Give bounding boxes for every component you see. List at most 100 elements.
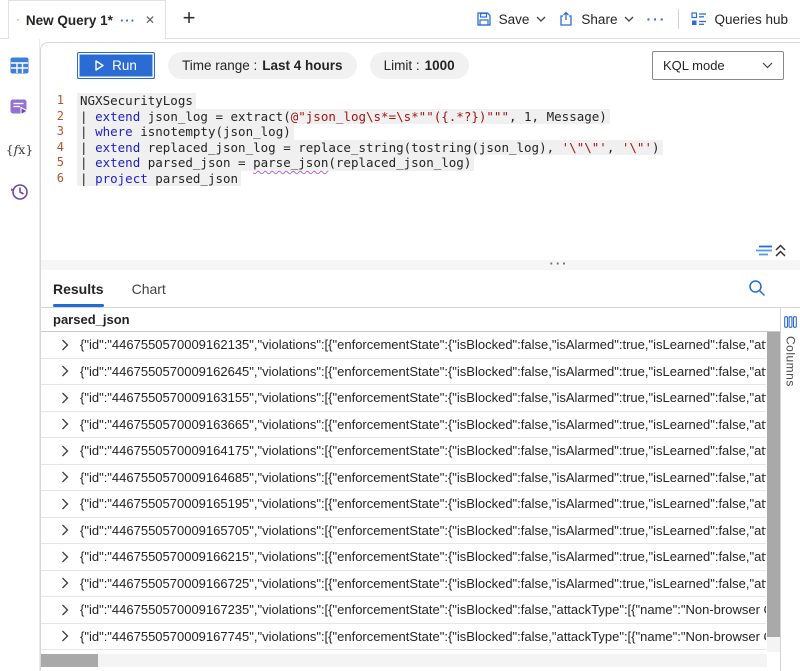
vertical-scrollbar[interactable] bbox=[767, 332, 780, 652]
horizontal-scrollbar[interactable] bbox=[41, 654, 767, 667]
table-row[interactable]: {"id":"4467550570009166215","violations"… bbox=[41, 544, 766, 571]
table-row[interactable]: {"id":"4467550570009167235","violations"… bbox=[41, 597, 766, 624]
row-json-text: {"id":"4467550570009163665","violations"… bbox=[80, 417, 766, 432]
horizontal-scrollbar-thumb[interactable] bbox=[41, 654, 98, 667]
expand-row-icon[interactable] bbox=[61, 498, 69, 510]
panel-splitter[interactable]: ··· bbox=[41, 260, 800, 270]
expand-row-icon[interactable] bbox=[61, 418, 69, 430]
result-lines-icon bbox=[756, 247, 772, 255]
code-text: | extend json_log = extract(@"json_log\s… bbox=[77, 109, 610, 125]
table-row[interactable]: {"id":"4467550570009166725","violations"… bbox=[41, 571, 766, 598]
table-row[interactable]: {"id":"4467550570009163665","violations"… bbox=[41, 412, 766, 439]
left-rail: {fx} bbox=[0, 39, 40, 671]
table-row[interactable]: {"id":"4467550570009162645","violations"… bbox=[41, 359, 766, 386]
code-text: | project parsed_json bbox=[77, 171, 241, 187]
results-grid: {"id":"4467550570009162135","violations"… bbox=[41, 332, 766, 650]
new-tab-button[interactable]: + bbox=[176, 5, 202, 31]
query-editor[interactable]: 1 NGXSecurityLogs 2 | extend json_log = … bbox=[41, 89, 800, 239]
saved-queries-icon[interactable] bbox=[10, 97, 30, 117]
query-toolbar: Run Time range : Last 4 hours Limit : 10… bbox=[41, 43, 800, 87]
search-button[interactable] bbox=[748, 279, 766, 302]
tab-results[interactable]: Results bbox=[53, 270, 104, 307]
expand-row-icon[interactable] bbox=[61, 471, 69, 483]
limit-label: Limit : bbox=[384, 58, 420, 73]
row-json-text: {"id":"4467550570009165705","violations"… bbox=[80, 523, 766, 538]
code-text: | extend parsed_json = parse_json(replac… bbox=[77, 155, 474, 171]
row-json-text: {"id":"4467550570009164685","violations"… bbox=[80, 470, 766, 485]
functions-icon[interactable]: {fx} bbox=[10, 139, 30, 159]
share-button[interactable]: Share bbox=[558, 11, 634, 27]
code-line[interactable]: 6 | project parsed_json bbox=[41, 171, 800, 187]
chevron-down-icon bbox=[624, 16, 634, 22]
code-text: | extend replaced_json_log = replace_str… bbox=[77, 140, 663, 156]
table-row[interactable]: {"id":"4467550570009162135","violations"… bbox=[41, 332, 766, 359]
tab-close-icon[interactable]: ✕ bbox=[143, 12, 157, 28]
code-line[interactable]: 5 | extend parsed_json = parse_json(repl… bbox=[41, 155, 800, 171]
limit-pill[interactable]: Limit : 1000 bbox=[370, 52, 469, 79]
time-range-pill[interactable]: Time range : Last 4 hours bbox=[168, 52, 357, 79]
tab-title: New Query 1* bbox=[26, 13, 113, 28]
share-icon bbox=[558, 11, 574, 27]
time-range-value: Last 4 hours bbox=[262, 58, 342, 73]
table-row[interactable]: {"id":"4467550570009164685","violations"… bbox=[41, 465, 766, 492]
code-text: | where isnotempty(json_log) bbox=[77, 124, 294, 140]
connections-table-icon[interactable] bbox=[10, 55, 30, 75]
share-label: Share bbox=[581, 12, 617, 27]
search-icon bbox=[748, 279, 766, 297]
expand-row-icon[interactable] bbox=[61, 365, 69, 377]
expand-row-icon[interactable] bbox=[61, 339, 69, 351]
history-icon[interactable] bbox=[10, 181, 30, 201]
query-mode-select[interactable]: KQL mode bbox=[652, 51, 784, 80]
run-button[interactable]: Run bbox=[77, 52, 155, 79]
expand-row-icon[interactable] bbox=[61, 604, 69, 616]
table-row[interactable]: {"id":"4467550570009165195","violations"… bbox=[41, 491, 766, 518]
play-icon bbox=[95, 60, 104, 71]
table-row[interactable]: {"id":"4467550570009163155","violations"… bbox=[41, 385, 766, 412]
row-json-text: {"id":"4467550570009166725","violations"… bbox=[80, 576, 766, 591]
run-label: Run bbox=[112, 58, 137, 73]
line-number: 5 bbox=[41, 155, 77, 171]
columns-panel-label: Columns bbox=[784, 336, 798, 387]
vertical-scrollbar-thumb[interactable] bbox=[767, 332, 780, 637]
more-actions-button[interactable]: ··· bbox=[646, 11, 666, 27]
expand-row-icon[interactable] bbox=[61, 392, 69, 404]
expand-row-icon[interactable] bbox=[61, 577, 69, 589]
line-number: 4 bbox=[41, 140, 77, 156]
query-mode-value: KQL mode bbox=[663, 58, 725, 73]
table-row[interactable]: {"id":"4467550570009164175","violations"… bbox=[41, 438, 766, 465]
queries-hub-button[interactable]: Queries hub bbox=[691, 12, 788, 27]
code-line[interactable]: 4 | extend replaced_json_log = replace_s… bbox=[41, 140, 800, 156]
row-json-text: {"id":"4467550570009163155","violations"… bbox=[80, 390, 766, 405]
code-line[interactable]: 2 | extend json_log = extract(@"json_log… bbox=[41, 109, 800, 125]
tab-more-icon[interactable]: ··· bbox=[120, 14, 136, 27]
limit-value: 1000 bbox=[425, 58, 455, 73]
queries-hub-icon bbox=[691, 12, 707, 26]
adx-logo-icon bbox=[17, 11, 19, 29]
row-json-text: {"id":"4467550570009162645","violations"… bbox=[80, 364, 766, 379]
table-row[interactable]: {"id":"4467550570009165705","violations"… bbox=[41, 518, 766, 545]
line-number: 3 bbox=[41, 124, 77, 140]
save-button[interactable]: Save bbox=[476, 11, 547, 27]
expand-row-icon[interactable] bbox=[61, 630, 69, 642]
table-row[interactable]: {"id":"4467550570009167745","violations"… bbox=[41, 624, 766, 651]
code-line[interactable]: 1 NGXSecurityLogs bbox=[41, 93, 800, 109]
column-header-label: parsed_json bbox=[53, 312, 130, 327]
app-window: New Query 1* ··· ✕ + Save bbox=[0, 0, 800, 671]
divider bbox=[678, 9, 679, 29]
row-json-text: {"id":"4467550570009167235","violations"… bbox=[80, 602, 766, 617]
results-panel: Results Chart parsed_json {"id":"4467550… bbox=[41, 270, 800, 671]
query-panel: Run Time range : Last 4 hours Limit : 10… bbox=[40, 42, 800, 671]
code-text: NGXSecurityLogs bbox=[77, 93, 196, 109]
tab-chart[interactable]: Chart bbox=[132, 270, 166, 307]
expand-row-icon[interactable] bbox=[61, 524, 69, 536]
expand-row-icon[interactable] bbox=[61, 445, 69, 457]
row-json-text: {"id":"4467550570009162135","violations"… bbox=[80, 337, 766, 352]
row-json-text: {"id":"4467550570009166215","violations"… bbox=[80, 549, 766, 564]
code-line[interactable]: 3 | where isnotempty(json_log) bbox=[41, 124, 800, 140]
grid-column-header[interactable]: parsed_json bbox=[41, 308, 800, 332]
columns-panel-toggle[interactable]: Columns bbox=[780, 308, 800, 671]
query-tab[interactable]: New Query 1* ··· ✕ bbox=[8, 0, 166, 39]
queries-hub-label: Queries hub bbox=[714, 12, 788, 27]
expand-row-icon[interactable] bbox=[61, 551, 69, 563]
topbar-actions: Save Share ··· bbox=[476, 0, 788, 38]
